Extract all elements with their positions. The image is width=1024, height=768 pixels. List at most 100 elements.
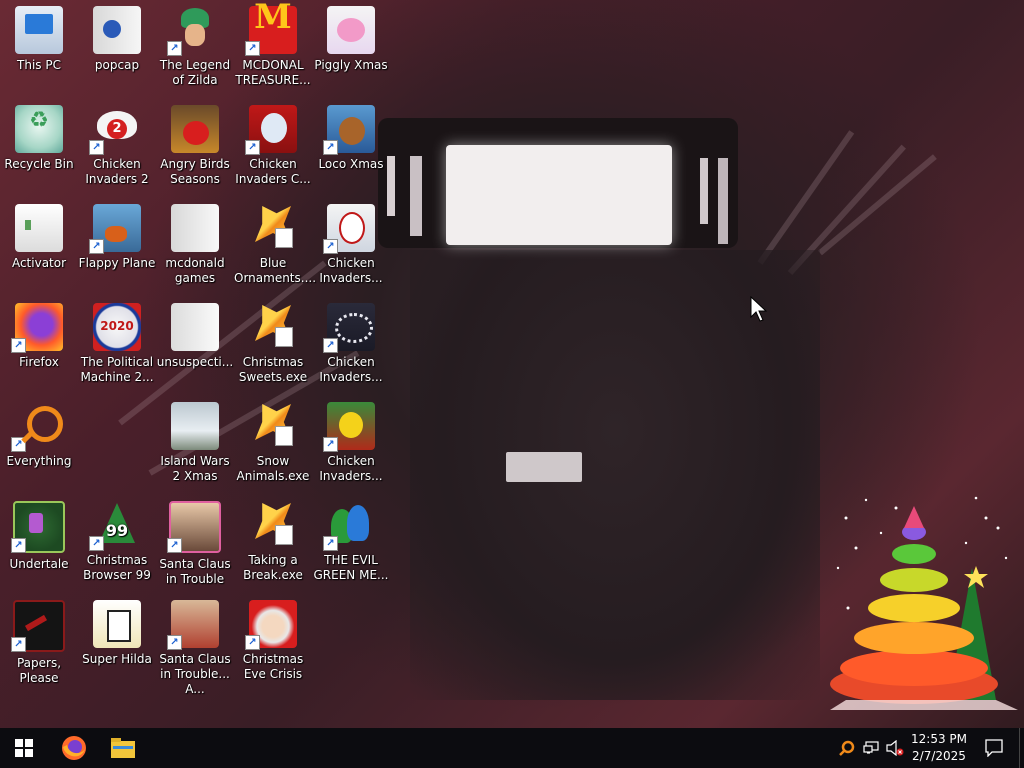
shortcut-arrow-icon: ↗ — [11, 338, 26, 353]
chicken-invaders-icon: ↗ — [323, 303, 375, 353]
super-hilda-icon — [93, 600, 141, 648]
icon-label: Chicken Invaders... — [319, 256, 383, 285]
desktop-icon-everything[interactable]: ↗ Everything — [0, 402, 78, 469]
desktop-icon-snow-animals[interactable]: Snow Animals.exe — [234, 402, 312, 484]
taskbar-file-explorer-button[interactable] — [99, 728, 147, 768]
icon-label: Santa Claus in Trouble — [159, 557, 231, 586]
file-explorer-icon — [111, 738, 135, 758]
show-desktop-button[interactable] — [1019, 728, 1024, 768]
desktop-icon-mcdonal-treasure[interactable]: ↗ MCDONAL TREASURE... — [234, 6, 312, 88]
desktop-icon-this-pc[interactable]: This PC — [0, 6, 78, 73]
icon-label: The Political Machine 2... — [80, 355, 154, 384]
shortcut-arrow-icon: ↗ — [323, 536, 338, 551]
shortcut-arrow-icon: ↗ — [167, 635, 182, 650]
desktop-icon-legend-of-zilda[interactable]: ↗ The Legend of Zilda — [156, 6, 234, 88]
desktop-icon-blue-ornaments[interactable]: Blue Ornaments.... — [234, 204, 317, 286]
icon-label: The Legend of Zilda — [159, 58, 231, 87]
desktop-icon-the-evil-green[interactable]: ↗ THE EVIL GREEN ME... — [312, 501, 390, 583]
desktop-icon-chicken-invaders-c[interactable]: ↗ Chicken Invaders C... — [234, 105, 312, 187]
flappy-plane-icon: ↗ — [89, 204, 141, 254]
taskbar-clock[interactable]: 12:53 PM 2/7/2025 — [908, 731, 970, 765]
desktop-icon-recycle-bin[interactable]: Recycle Bin — [0, 105, 78, 172]
icon-label: Taking a Break.exe — [243, 553, 303, 582]
icon-label: This PC — [17, 58, 61, 72]
icon-label: Chicken Invaders 2 — [85, 157, 149, 186]
christmas-tree-decoration — [826, 488, 1022, 720]
icon-label: MCDONAL TREASURE... — [235, 58, 311, 87]
desktop-icon-political-machine[interactable]: The Political Machine 2... — [78, 303, 156, 385]
tray-network-button[interactable] — [860, 728, 882, 768]
everything-search-icon: ↗ — [11, 402, 63, 452]
desktop-icon-christmas-sweets[interactable]: Christmas Sweets.exe — [234, 303, 312, 385]
shortcut-arrow-icon: ↗ — [11, 437, 26, 452]
executable-icon — [249, 501, 297, 549]
tray-volume-button[interactable] — [884, 728, 906, 768]
shortcut-arrow-icon: ↗ — [323, 140, 338, 155]
firefox-icon: ↗ — [11, 303, 63, 353]
icon-label: Loco Xmas — [318, 157, 384, 171]
windows-logo-icon — [15, 739, 33, 757]
start-button[interactable] — [0, 728, 48, 768]
shortcut-arrow-icon: ↗ — [323, 239, 338, 254]
folder-icon — [15, 204, 63, 252]
icon-label: Snow Animals.exe — [236, 454, 310, 483]
action-center-button[interactable] — [976, 728, 1012, 768]
desktop-icon-chicken-invaders-xmas[interactable]: ↗ Chicken Invaders... — [312, 204, 390, 286]
desktop-icon-santa-claus-in-trouble[interactable]: ↗ Santa Claus in Trouble — [156, 501, 234, 587]
desktop-icon-christmas-browser-99[interactable]: ↗ Christmas Browser 99 — [78, 501, 156, 583]
undertale-icon: ↗ — [11, 501, 65, 553]
icon-label: Santa Claus in Trouble... A... — [159, 652, 231, 696]
folder-icon — [171, 303, 219, 351]
santa-claus-icon: ↗ — [167, 501, 221, 553]
icon-label: Recycle Bin — [4, 157, 74, 171]
volume-muted-icon — [886, 740, 904, 756]
icon-label: Chicken Invaders... — [319, 454, 383, 483]
mouse-cursor-icon — [750, 295, 768, 326]
desktop-icon-unsuspecti[interactable]: unsuspecti... — [156, 303, 234, 370]
folder-icon — [93, 6, 141, 54]
chicken-invaders-icon: ↗ — [245, 105, 297, 155]
mcdonalds-icon: ↗ — [245, 6, 297, 56]
santa-claus-icon: ↗ — [245, 600, 297, 650]
desktop-icon-piggly-xmas[interactable]: Piggly Xmas — [312, 6, 390, 73]
chicken-invaders-icon: ↗ — [323, 402, 375, 452]
icon-label: THE EVIL GREEN ME... — [313, 553, 389, 582]
desktop-icon-firefox[interactable]: ↗ Firefox — [0, 303, 78, 370]
desktop-icon-loco-xmas[interactable]: ↗ Loco Xmas — [312, 105, 390, 172]
desktop-icon-activator[interactable]: Activator — [0, 204, 78, 271]
desktop-icon-popcap[interactable]: popcap — [78, 6, 156, 73]
icon-label: Piggly Xmas — [314, 58, 388, 72]
executable-icon — [249, 402, 297, 450]
shortcut-arrow-icon: ↗ — [11, 637, 26, 652]
action-center-icon — [985, 739, 1003, 757]
everything-tray-icon — [839, 740, 855, 756]
shortcut-arrow-icon: ↗ — [167, 41, 182, 56]
desktop-icon-island-wars-2-xmas[interactable]: Island Wars 2 Xmas — [156, 402, 234, 484]
desktop-icon-angry-birds-seasons[interactable]: Angry Birds Seasons — [156, 105, 234, 187]
taskbar-firefox-button[interactable] — [50, 728, 98, 768]
desktop-icon-undertale[interactable]: ↗ Undertale — [0, 501, 78, 572]
icon-label: Christmas Eve Crisis — [242, 652, 304, 681]
messenger-icon: ↗ — [323, 501, 375, 551]
christmas-tree-icon: ↗ — [89, 501, 141, 551]
desktop-icon-chicken-invaders-m[interactable]: ↗ Chicken Invaders... — [312, 303, 390, 385]
firefox-icon — [62, 736, 86, 760]
clock-date: 2/7/2025 — [912, 749, 966, 763]
desktop-icon-chicken-invaders-2[interactable]: ↗ Chicken Invaders 2 — [78, 105, 156, 187]
icon-label: Christmas Browser 99 — [83, 553, 151, 582]
desktop-icon-christmas-eve-crisis[interactable]: ↗ Christmas Eve Crisis — [234, 600, 312, 682]
desktop-icon-mcdonald-games[interactable]: mcdonald games — [156, 204, 234, 286]
desktop-icon-super-hilda[interactable]: Super Hilda — [78, 600, 156, 667]
desktop-icon-chicken-invaders-g[interactable]: ↗ Chicken Invaders... — [312, 402, 390, 484]
shortcut-arrow-icon: ↗ — [323, 338, 338, 353]
icon-label: Blue Ornaments.... — [234, 256, 317, 285]
desktop-icon-flappy-plane[interactable]: ↗ Flappy Plane — [78, 204, 156, 271]
tray-everything-button[interactable] — [836, 728, 858, 768]
shortcut-arrow-icon: ↗ — [245, 635, 260, 650]
island-wars-icon — [171, 402, 219, 450]
icon-label: Firefox — [19, 355, 59, 369]
desktop-icon-taking-a-break[interactable]: Taking a Break.exe — [234, 501, 312, 583]
desktop-icon-santa-claus-in-trouble-a[interactable]: ↗ Santa Claus in Trouble... A... — [156, 600, 234, 697]
desktop-icon-papers-please[interactable]: ↗ Papers, Please — [0, 600, 78, 686]
icon-label: Chicken Invaders... — [319, 355, 383, 384]
